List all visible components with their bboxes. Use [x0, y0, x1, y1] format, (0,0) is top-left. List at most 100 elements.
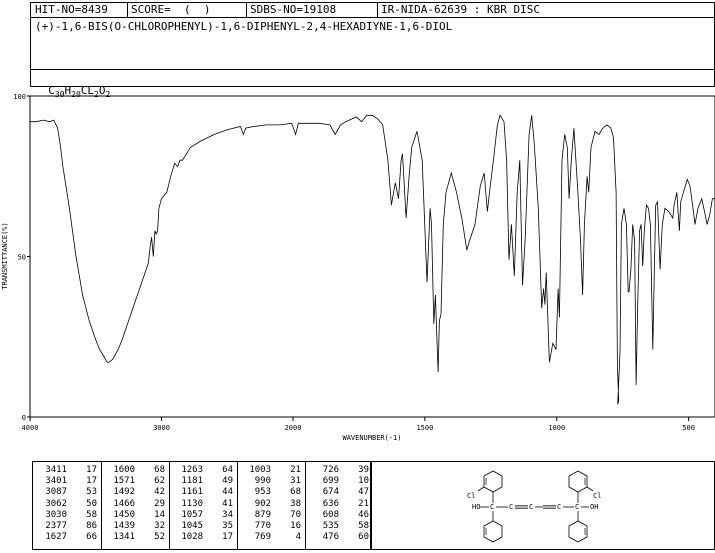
- peak-transmittance: 17: [86, 476, 97, 487]
- peak-wavenumber: 1341: [113, 532, 135, 543]
- peak-transmittance: 14: [154, 509, 165, 520]
- peak-transmittance: 29: [154, 498, 165, 509]
- peak-wavenumber: 699: [322, 476, 339, 487]
- peak-row: 3062 50: [35, 499, 97, 510]
- peak-wavenumber: 953: [254, 487, 271, 498]
- right-top-phenyl-ring: [568, 470, 588, 493]
- left-cl-bond: [477, 486, 485, 492]
- peak-wavenumber: 879: [254, 509, 271, 520]
- peak-transmittance: 49: [222, 476, 233, 487]
- peak-row: 1466 29: [103, 499, 165, 510]
- peak-transmittance: 31: [290, 476, 301, 487]
- peak-row: 535 58: [307, 521, 369, 532]
- peak-wavenumber: 902: [254, 498, 271, 509]
- peak-row: 990 31: [239, 476, 301, 487]
- peak-wavenumber: 3087: [45, 487, 67, 498]
- peak-row: 770 16: [239, 521, 301, 532]
- plot-frame: [29, 95, 715, 418]
- peak-transmittance: 66: [86, 532, 97, 543]
- y-tick-label: 0: [22, 414, 26, 422]
- spectrum-line: [30, 114, 715, 405]
- peak-wavenumber: 1161: [181, 487, 203, 498]
- peak-wavenumber: 1600: [113, 465, 135, 475]
- peak-row: 1627 66: [35, 532, 97, 543]
- peak-transmittance: 21: [358, 498, 369, 509]
- peak-transmittance: 68: [290, 487, 301, 498]
- peak-wavenumber: 2377: [45, 521, 67, 532]
- peak-row: 879 70: [239, 510, 301, 521]
- left-carbinol-label: C: [490, 503, 494, 511]
- peak-wavenumber: 770: [254, 521, 271, 532]
- peak-wavenumber: 990: [254, 476, 271, 487]
- peak-wavenumber: 1627: [45, 532, 67, 543]
- peak-transmittance: 44: [222, 487, 233, 498]
- peak-wavenumber: 769: [254, 532, 271, 543]
- peak-transmittance: 58: [358, 521, 369, 532]
- y-tick-label: 100: [13, 93, 26, 101]
- peak-transmittance: 42: [154, 487, 165, 498]
- peak-table-divider: [237, 462, 238, 549]
- peak-wavenumber: 1028: [181, 532, 203, 543]
- peak-row: 1045 35: [171, 521, 233, 532]
- peak-transmittance: 70: [290, 509, 301, 520]
- right-cl-label: Cl: [593, 492, 601, 500]
- peak-wavenumber: 1181: [181, 476, 203, 487]
- ir-spectrum-chart: 4000 3000 2000 1500 1000 500 0 50 100 WAVENUMBER…: [1, 93, 715, 442]
- peak-transmittance: 17: [86, 465, 97, 475]
- peak-transmittance: 38: [290, 498, 301, 509]
- peak-row: 3087 53: [35, 487, 97, 498]
- right-oh-label: OH: [590, 503, 598, 511]
- peak-table-column: 3411 17 3401 17 3087 53 3062 50 3030 58 2377 86 1627…: [35, 465, 97, 543]
- peak-transmittance: 68: [154, 465, 165, 475]
- x-axis-label: WAVENUMBER(-1): [342, 434, 401, 442]
- peak-row: 1181 49: [171, 476, 233, 487]
- peak-row: 769 4: [239, 532, 301, 543]
- alkyne-c-label-1: C: [509, 503, 513, 511]
- peak-transmittance: 53: [86, 487, 97, 498]
- peak-table-column: 726 39 699 10 674 47 636 21 608 46 535 58 476 60: [307, 465, 369, 543]
- peak-wavenumber: 476: [322, 532, 339, 543]
- peak-row: 2377 86: [35, 521, 97, 532]
- peak-row: 1161 44: [171, 487, 233, 498]
- peak-transmittance: 46: [358, 509, 369, 520]
- peak-transmittance: 17: [222, 532, 233, 543]
- peak-transmittance: 34: [222, 509, 233, 520]
- x-tick-label: 1000: [548, 424, 565, 432]
- peak-row: 1341 52: [103, 532, 165, 543]
- left-top-phenyl-ring: [483, 470, 503, 493]
- peak-wavenumber: 636: [322, 498, 339, 509]
- left-bottom-phenyl-ring: [483, 520, 503, 543]
- peak-table-column: 1600 68 1571 62 1492 42 1466 29 1450 14 1439 32 1341…: [103, 465, 165, 543]
- peak-row: 699 10: [307, 476, 369, 487]
- left-ho-label: HO: [472, 503, 480, 511]
- peak-wavenumber: 1571: [113, 476, 135, 487]
- left-cl-label: Cl: [467, 492, 475, 500]
- peak-row: 636 21: [307, 499, 369, 510]
- peak-row: 1003 21: [239, 465, 301, 476]
- peak-wavenumber: 1057: [181, 509, 203, 520]
- peak-transmittance: 60: [358, 532, 369, 543]
- peak-transmittance: 50: [86, 498, 97, 509]
- x-tick-label: 1500: [416, 424, 433, 432]
- peak-transmittance: 64: [222, 465, 233, 475]
- peak-transmittance: 32: [154, 521, 165, 532]
- peak-table: 3411 17 3401 17 3087 53 3062 50 3030 58 2377 86 1627…: [32, 461, 371, 550]
- peak-row: 1492 42: [103, 487, 165, 498]
- peak-row: 608 46: [307, 510, 369, 521]
- peak-transmittance: 16: [290, 521, 301, 532]
- peak-transmittance: 39: [358, 465, 369, 475]
- peak-row: 1057 34: [171, 510, 233, 521]
- peak-table-column: 1263 64 1181 49 1161 44 1130 41 1057 34 1045 35 1028…: [171, 465, 233, 543]
- peak-wavenumber: 1466: [113, 498, 135, 509]
- peak-transmittance: 86: [86, 521, 97, 532]
- peak-row: 1028 17: [171, 532, 233, 543]
- peak-wavenumber: 1263: [181, 465, 203, 475]
- peak-transmittance: 41: [222, 498, 233, 509]
- x-tick-label: 2000: [285, 424, 302, 432]
- peak-row: 1450 14: [103, 510, 165, 521]
- y-tick-label: 50: [18, 254, 26, 262]
- right-bottom-phenyl-ring: [568, 520, 588, 543]
- x-tick-label: 4000: [22, 424, 39, 432]
- peak-row: 1263 64: [171, 465, 233, 476]
- peak-transmittance: 10: [358, 476, 369, 487]
